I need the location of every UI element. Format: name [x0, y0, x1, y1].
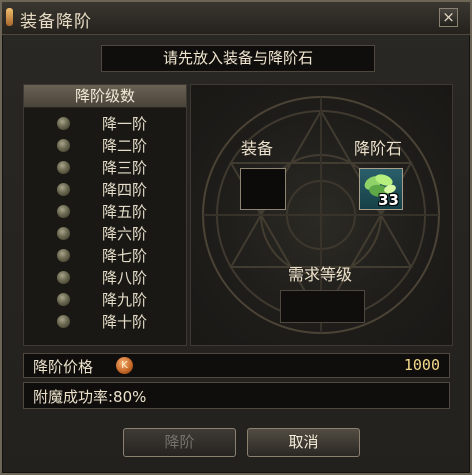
- level-option-label: 降二阶: [102, 137, 148, 155]
- level-option-label: 降一阶: [102, 115, 148, 133]
- title-gem-icon: [6, 8, 13, 26]
- success-rate-text: 附魔成功率:80%: [33, 388, 147, 406]
- degrade-window: 装备降阶 × 请先放入装备与降阶石 降阶级数 降一阶 降二阶 降三阶 降四阶 降…: [0, 0, 472, 475]
- radio-dot-icon[interactable]: [57, 293, 70, 306]
- degrade-button[interactable]: 降阶: [123, 428, 236, 457]
- price-value: 1000: [403, 356, 440, 374]
- required-level-label: 需求等级: [288, 265, 353, 284]
- radio-dot-icon[interactable]: [57, 315, 70, 328]
- price-label: 降阶价格: [33, 358, 94, 376]
- instruction-banner: 请先放入装备与降阶石: [101, 45, 375, 72]
- radio-dot-icon[interactable]: [57, 183, 70, 196]
- level-list-header: 降阶级数: [24, 85, 186, 108]
- cancel-button[interactable]: 取消: [247, 428, 360, 457]
- level-option-7[interactable]: 降七阶: [24, 245, 186, 267]
- degrade-stone-slot[interactable]: 33: [359, 168, 403, 210]
- level-option-5[interactable]: 降五阶: [24, 201, 186, 223]
- radio-dot-icon[interactable]: [57, 117, 70, 130]
- level-option-9[interactable]: 降九阶: [24, 289, 186, 311]
- level-option-label: 降三阶: [102, 159, 148, 177]
- level-option-6[interactable]: 降六阶: [24, 223, 186, 245]
- radio-dot-icon[interactable]: [57, 139, 70, 152]
- radio-dot-icon[interactable]: [57, 249, 70, 262]
- level-option-8[interactable]: 降八阶: [24, 267, 186, 289]
- level-option-10[interactable]: 降十阶: [24, 311, 186, 333]
- success-rate-bar: 附魔成功率:80%: [23, 382, 450, 409]
- price-bar: 降阶价格 K 1000: [23, 353, 450, 378]
- equip-slot-label: 装备: [241, 139, 274, 158]
- radio-dot-icon[interactable]: [57, 205, 70, 218]
- window-title: 装备降阶: [20, 12, 92, 32]
- stone-count: 33: [378, 191, 399, 209]
- level-option-label: 降八阶: [102, 269, 148, 287]
- level-option-label: 降九阶: [102, 291, 148, 309]
- level-option-label: 降六阶: [102, 225, 148, 243]
- equipment-slot[interactable]: [240, 168, 286, 210]
- level-option-label: 降十阶: [102, 313, 148, 331]
- level-option-label: 降七阶: [102, 247, 148, 265]
- level-option-4[interactable]: 降四阶: [24, 179, 186, 201]
- level-option-label: 降四阶: [102, 181, 148, 199]
- radio-dot-icon[interactable]: [57, 161, 70, 174]
- radio-dot-icon[interactable]: [57, 227, 70, 240]
- level-option-label: 降五阶: [102, 203, 148, 221]
- radio-dot-icon[interactable]: [57, 271, 70, 284]
- coin-icon: K: [116, 357, 133, 374]
- close-button[interactable]: ×: [439, 8, 458, 27]
- level-list-panel: 降阶级数 降一阶 降二阶 降三阶 降四阶 降五阶 降六阶 降七阶 降八阶 降九阶…: [23, 84, 187, 346]
- level-option-2[interactable]: 降二阶: [24, 135, 186, 157]
- title-bar[interactable]: 装备降阶 ×: [2, 2, 470, 35]
- equipment-panel: 装备 降阶石 33 需求等级: [190, 84, 453, 346]
- stone-slot-label: 降阶石: [354, 139, 403, 158]
- required-level-value: [280, 290, 365, 323]
- level-option-1[interactable]: 降一阶: [24, 113, 186, 135]
- level-option-3[interactable]: 降三阶: [24, 157, 186, 179]
